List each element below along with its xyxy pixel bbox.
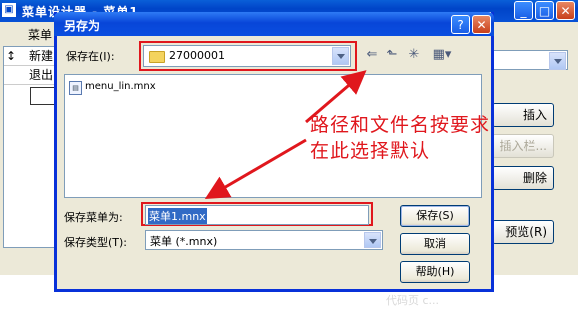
annotation-line-2: 在此选择默认 bbox=[310, 140, 431, 162]
annotation-line-1: 路径和文件名按要求 bbox=[310, 114, 491, 136]
arrow-to-filename bbox=[204, 138, 307, 200]
annotation-text: 路径和文件名按要求 在此选择默认 bbox=[310, 112, 496, 164]
